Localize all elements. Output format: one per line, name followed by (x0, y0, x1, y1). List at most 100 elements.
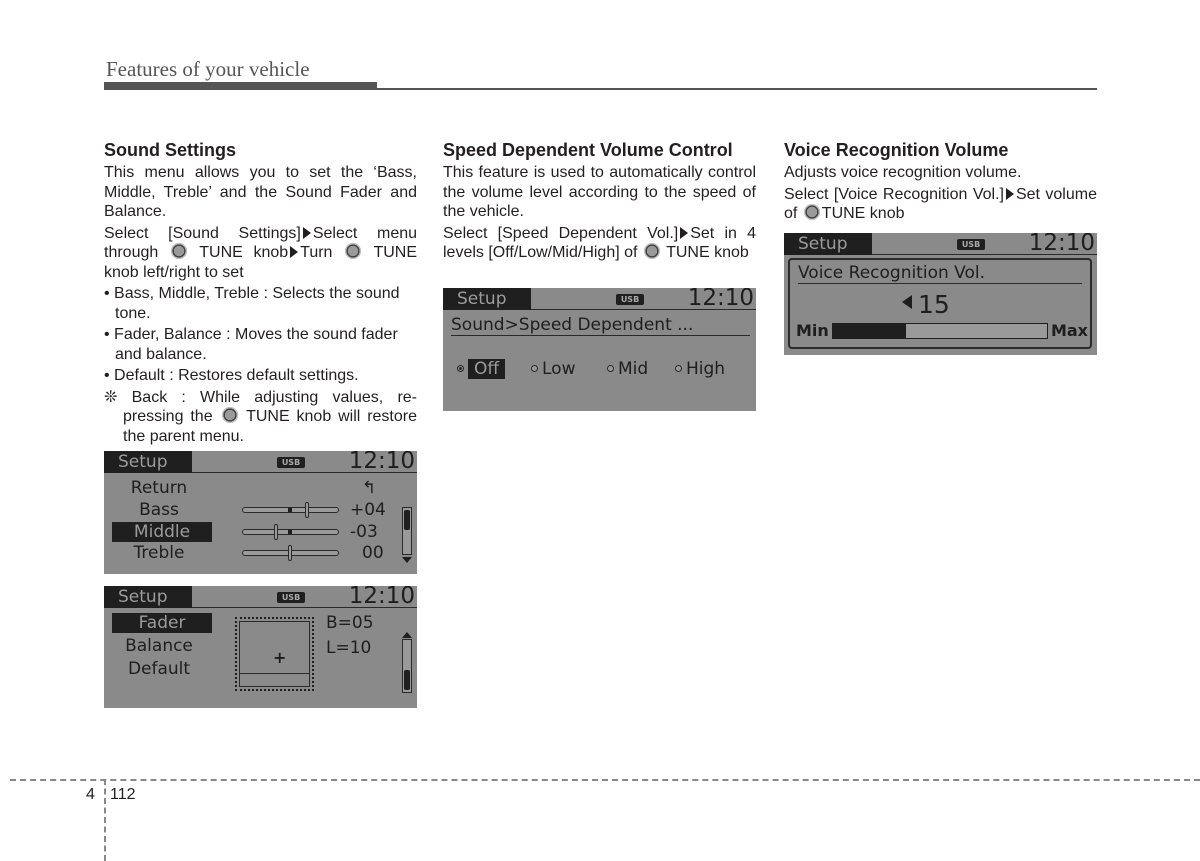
mode-label: Setup (784, 233, 872, 255)
column-sound-settings: Sound Settings This menu allows you to s… (104, 138, 417, 448)
speaker-icon (902, 295, 912, 309)
tune-knob-icon (803, 204, 820, 220)
return-icon: ↰ (362, 478, 377, 498)
min-label: Min (796, 321, 829, 340)
screen-status-bar: Setup USB 12:10 (104, 451, 417, 473)
volume-bar-fill (833, 324, 906, 338)
volume-readout: 15 (902, 290, 950, 320)
mode-label: Setup (104, 586, 192, 608)
screen-speed-dependent: Setup USB 12:10 Sound>Speed Dependent ..… (443, 288, 756, 411)
menu-item-return[interactable]: Return (109, 478, 209, 498)
middle-value: -03 (350, 522, 378, 542)
arrow-right-icon (1005, 187, 1014, 200)
clock: 12:10 (348, 586, 415, 609)
scrollbar[interactable] (402, 507, 412, 555)
instruction-text: Select [Speed Dependent Vol.] (443, 224, 679, 242)
page-number: 112 (110, 786, 136, 803)
max-label: Max (1050, 321, 1088, 340)
arrow-right-icon (680, 226, 689, 239)
radio-dot-icon (607, 365, 614, 372)
balance-value: L=10 (326, 638, 372, 658)
clock: 12:10 (687, 288, 754, 311)
usb-badge: USB (957, 239, 985, 250)
radio-low[interactable]: Low (531, 358, 575, 380)
slider-thumb[interactable] (305, 502, 310, 518)
volume-popup: Voice Recognition Vol. 15 Min Max (788, 258, 1092, 349)
intro-paragraph: This feature is used to automatically co… (443, 164, 756, 220)
tune-knob-icon (643, 243, 660, 259)
menu-item-fader[interactable]: Fader (112, 613, 212, 633)
treble-slider[interactable] (242, 545, 339, 561)
radio-label: Mid (618, 359, 649, 379)
instruction-text: TUNE knob (821, 205, 905, 222)
bullet-item: • Default : Restores default settings. (104, 367, 359, 384)
menu-item-middle[interactable]: Middle (112, 522, 212, 542)
intro-paragraph: Adjusts voice recognition volume. (784, 164, 1022, 181)
radio-high[interactable]: High (675, 358, 725, 380)
menu-item-balance[interactable]: Balance (109, 636, 209, 656)
instruction-text: TUNE knob (199, 244, 289, 261)
scroll-thumb[interactable] (404, 510, 410, 530)
slider-center-mark (288, 508, 292, 512)
instruction-text: Select [Voice Recognition Vol.] (784, 185, 1004, 203)
menu-item-treble[interactable]: Treble (109, 543, 209, 563)
radio-dot-icon (675, 365, 682, 372)
fader-balance-grid[interactable]: + (235, 617, 314, 691)
usb-badge: USB (277, 592, 305, 603)
slider-thumb[interactable] (287, 545, 292, 561)
section-title: Sound Settings (104, 140, 236, 160)
menu-item-bass[interactable]: Bass (109, 500, 209, 520)
mode-label: Setup (443, 288, 531, 310)
screen-status-bar: Setup USB 12:10 (784, 233, 1097, 255)
screen-fader-balance: Setup USB 12:10 Fader Balance Default + … (104, 586, 417, 708)
grid-line (240, 673, 309, 674)
mode-label: Setup (104, 451, 192, 473)
volume-value: 15 (918, 290, 950, 319)
section-title: Speed Dependent Volume Control (443, 140, 733, 160)
breadcrumb: Sound>Speed Dependent ... (451, 314, 750, 336)
slider-thumb[interactable] (274, 524, 279, 540)
screen-status-bar: Setup USB 12:10 (104, 586, 417, 608)
footer-rule (10, 779, 1200, 781)
radio-label: Off (468, 359, 506, 379)
bass-value: +04 (350, 500, 386, 520)
tune-knob-icon (170, 243, 187, 259)
column-speed-dependent: Speed Dependent Volume Control This feat… (443, 138, 756, 265)
scroll-up-icon[interactable] (402, 632, 412, 638)
treble-value: 00 (362, 543, 384, 563)
slider-center-mark (288, 530, 292, 534)
instruction-text: Turn (300, 244, 333, 261)
usb-badge: USB (616, 294, 644, 305)
radio-mid[interactable]: Mid (607, 358, 648, 380)
instruction-text: Select [Sound Settings] (104, 224, 301, 242)
screen-voice-recognition-volume: Setup USB 12:10 Voice Recognition Vol. 1… (784, 233, 1097, 355)
arrow-right-icon (290, 246, 299, 258)
column-voice-recognition: Voice Recognition Volume Adjusts voice r… (784, 138, 1097, 226)
bullet-item: • Fader, Balance : Moves the sound fader… (104, 326, 398, 363)
middle-slider[interactable] (242, 524, 339, 540)
instruction-text: TUNE knob (666, 244, 749, 261)
page-header-title: Features of your vehicle (106, 57, 310, 81)
intro-paragraph: This menu allows you to set the ‘Bass, M… (104, 164, 417, 220)
header-bar (104, 82, 377, 90)
scroll-thumb[interactable] (404, 670, 410, 690)
usb-badge: USB (277, 457, 305, 468)
grid-frame: + (239, 621, 310, 687)
arrow-right-icon (302, 226, 311, 239)
tune-knob-icon (345, 243, 362, 259)
scroll-down-icon[interactable] (402, 557, 412, 563)
chapter-number: 4 (86, 786, 95, 803)
section-title: Voice Recognition Volume (784, 140, 1009, 160)
screen-status-bar: Setup USB 12:10 (443, 288, 756, 310)
position-cross-icon: + (273, 648, 287, 667)
clock: 12:10 (1028, 233, 1095, 256)
radio-label: Low (542, 359, 576, 379)
radio-off[interactable]: Off (457, 358, 506, 380)
instruction-paragraph: Select [Voice Recognition Vol.] Set volum… (784, 185, 1097, 224)
instruction-paragraph: Select [Sound Settings] Select menu throu… (104, 224, 417, 283)
radio-dot-icon (531, 365, 538, 372)
menu-item-default[interactable]: Default (109, 659, 209, 679)
bass-slider[interactable] (242, 502, 339, 518)
volume-bar[interactable] (832, 323, 1048, 339)
scrollbar[interactable] (402, 639, 412, 693)
